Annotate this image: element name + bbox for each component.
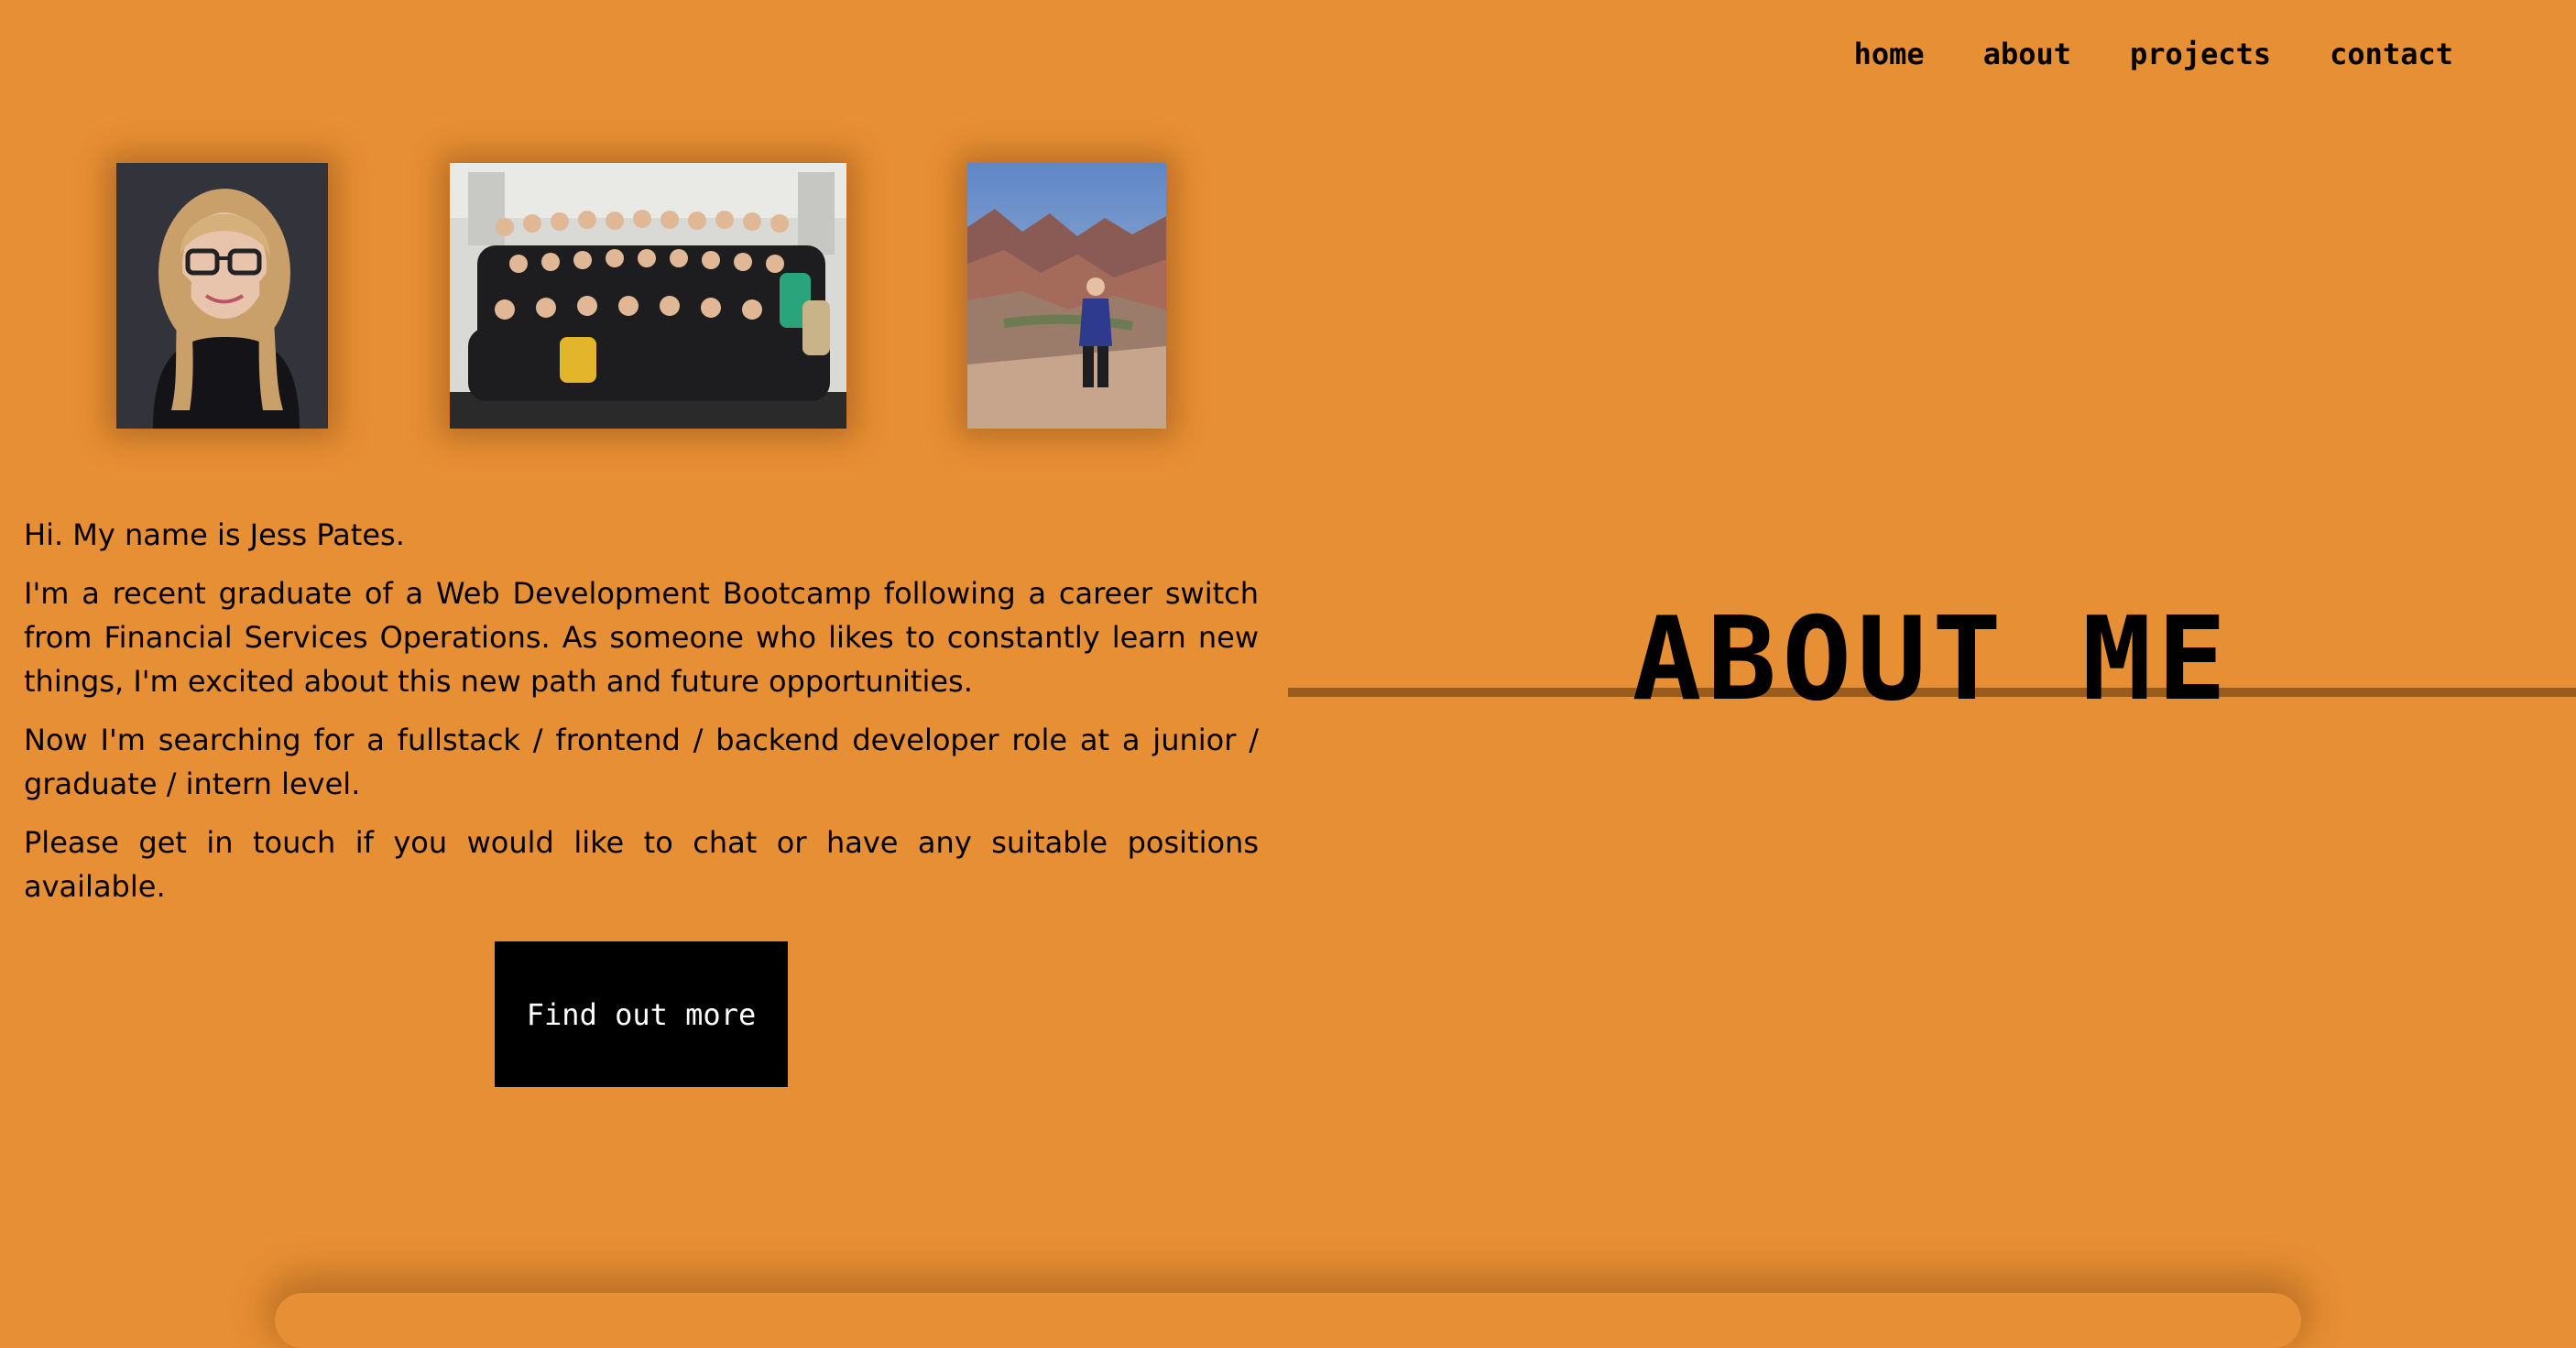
nav-about-link[interactable]: about [1983,37,2071,71]
nav-home-link[interactable]: home [1854,37,1925,71]
nav-contact-link[interactable]: contact [2330,37,2453,71]
about-me-heading: ABOUT ME [1632,592,2232,726]
intro-text: Hi. My name is Jess Pates. I'm a recent … [24,513,1259,923]
bottom-card-edge [275,1293,2301,1348]
intro-paragraph-4: Please get in touch if you would like to… [24,825,1259,904]
intro-paragraph-3: Now I'm searching for a fullstack / fron… [24,723,1259,801]
intro-paragraph-1: Hi. My name is Jess Pates. [24,517,405,552]
top-nav: home about projects contact [1854,37,2453,71]
intro-paragraph-2: I'm a recent graduate of a Web Developme… [24,576,1259,699]
portrait-photo [116,163,328,429]
nav-projects-link[interactable]: projects [2130,37,2271,71]
find-out-more-button[interactable]: Find out more [495,941,788,1087]
hiking-photo [967,163,1166,429]
group-photo [450,163,846,429]
